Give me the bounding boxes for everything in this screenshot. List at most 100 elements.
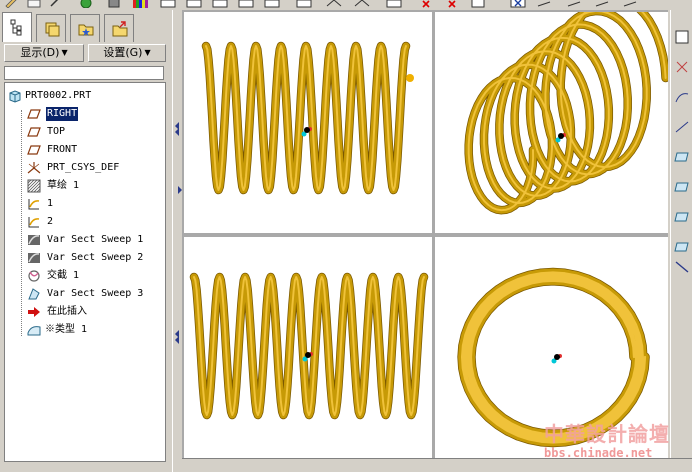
datum-curve-icon: [27, 197, 41, 211]
arrow-tool-icon[interactable]: [674, 260, 690, 274]
spring-render: [201, 41, 414, 195]
tab-folder-browser[interactable]: [36, 14, 66, 42]
window-icon[interactable]: [470, 0, 486, 8]
tree-item-label: ※类型 1: [45, 324, 88, 335]
datum-plane-icon: [27, 143, 41, 157]
settings-menu-button[interactable]: 设置(G) ▼: [88, 44, 166, 62]
sketch-tool-icon[interactable]: [48, 0, 64, 8]
delete-all-icon[interactable]: [440, 0, 456, 8]
tree-item-label: Var Sect Sweep 1: [47, 234, 144, 245]
spring-render: [189, 272, 429, 420]
tree-item-label: PRT0002.PRT: [25, 90, 92, 101]
tree-item-label: RIGHT: [44, 106, 80, 122]
curve-tool-icon[interactable]: [674, 90, 690, 104]
navigator-panel: 显示(D) ▼ 设置(G) ▼ PRT0002.PRT RIGHT TOP FRON…: [0, 10, 172, 472]
viewport-bottom-left[interactable]: [184, 237, 432, 458]
extrude-tool-icon[interactable]: [674, 180, 690, 194]
tree-item-curve-1[interactable]: 1: [5, 195, 165, 213]
color-palette-icon[interactable]: [132, 0, 148, 8]
datum-display-icon-1[interactable]: [536, 0, 552, 8]
sweep-icon: [27, 233, 41, 247]
view-icon-7[interactable]: [326, 0, 342, 8]
tree-item-label: PRT_CSYS_DEF: [47, 162, 120, 173]
window-tool-icon[interactable]: [674, 30, 690, 44]
favorites-icon: [78, 24, 94, 36]
spring-end-marker: [406, 74, 414, 82]
sketch-icon: [27, 179, 41, 193]
pencil-icon[interactable]: [4, 0, 20, 8]
viewport-top-right[interactable]: [435, 12, 668, 233]
tree-item-csys[interactable]: PRT_CSYS_DEF: [5, 159, 165, 177]
view-icon-5[interactable]: [264, 0, 280, 8]
view-icon-9[interactable]: [386, 0, 402, 8]
tree-item-sketch[interactable]: 草绘 1: [5, 177, 165, 195]
model-tree: PRT0002.PRT RIGHT TOP FRONT PRT_CSYS_DEF…: [4, 82, 166, 462]
navigator-tabs: [2, 12, 170, 44]
tree-item-part[interactable]: PRT0002.PRT: [5, 87, 165, 105]
tree-item-label: 草绘 1: [47, 180, 80, 191]
plane-tool-icon[interactable]: [674, 150, 690, 164]
settings-menu-label: 设置(G): [103, 46, 143, 59]
spring-coil: [202, 42, 410, 194]
datum-display-icon-4[interactable]: [622, 0, 638, 8]
watermark-title: 中華設計論壇: [544, 422, 670, 446]
view-icon-1[interactable]: [160, 0, 176, 8]
edit-icon[interactable]: [26, 0, 42, 8]
tree-item-sweep-1[interactable]: Var Sect Sweep 1: [5, 231, 165, 249]
tree-item-front-plane[interactable]: FRONT: [5, 141, 165, 159]
tree-item-label: TOP: [47, 126, 66, 137]
tree-item-top-plane[interactable]: TOP: [5, 123, 165, 141]
view-icon-2[interactable]: [186, 0, 202, 8]
tree-item-sweep-2[interactable]: Var Sect Sweep 2: [5, 249, 165, 267]
datum-display-icon-2[interactable]: [566, 0, 582, 8]
delete-icon[interactable]: [414, 0, 430, 8]
datum-tool-icon[interactable]: [674, 60, 690, 74]
chevron-down-icon: ▼: [144, 48, 151, 57]
tree-item-label: FRONT: [47, 144, 78, 155]
tree-filter-input[interactable]: [4, 66, 164, 80]
show-menu-button[interactable]: 显示(D) ▼: [4, 44, 84, 62]
object-icon[interactable]: [106, 0, 122, 8]
tree-item-type-1[interactable]: ※类型 1: [5, 321, 165, 339]
tree-item-insert-here[interactable]: 在此插入: [5, 303, 165, 321]
csys-origin-marker: [554, 354, 560, 360]
axis-tool-icon[interactable]: [674, 120, 690, 134]
graphics-area[interactable]: [182, 10, 668, 458]
connections-icon: [112, 21, 128, 37]
main-toolbar: [0, 0, 692, 10]
view-icon-6[interactable]: [296, 0, 312, 8]
sweep-icon: [27, 287, 41, 301]
tab-connections[interactable]: [104, 14, 134, 42]
datum-plane-icon: [27, 107, 41, 121]
coordinate-system-icon: [27, 161, 41, 175]
tree-item-sweep-3[interactable]: Var Sect Sweep 3: [5, 285, 165, 303]
watermark-url: bbs.chinade.net: [544, 446, 653, 460]
model-tree-icon: [10, 19, 22, 36]
tab-favorites[interactable]: [70, 14, 100, 42]
datum-curve-icon: [27, 215, 41, 229]
tree-item-label: 交截 1: [47, 270, 80, 281]
tree-item-right-plane[interactable]: RIGHT: [5, 105, 165, 123]
sweep-icon: [27, 251, 41, 265]
folder-browser-icon: [45, 22, 60, 37]
tree-item-curve-2[interactable]: 2: [5, 213, 165, 231]
datum-display-icon-3[interactable]: [594, 0, 610, 8]
tree-menu-bar: 显示(D) ▼ 设置(G) ▼: [2, 44, 170, 64]
view-icon-4[interactable]: [238, 0, 254, 8]
sweep-tool-icon[interactable]: [674, 240, 690, 254]
tree-item-intersect[interactable]: 交截 1: [5, 267, 165, 285]
datum-plane-icon: [27, 125, 41, 139]
viewport-top-left[interactable]: [184, 12, 432, 233]
tab-model-tree[interactable]: [2, 12, 32, 42]
csys-origin-marker: [305, 352, 311, 358]
view-icon-3[interactable]: [212, 0, 228, 8]
part-icon: [8, 89, 22, 103]
csys-origin-marker: [558, 133, 564, 139]
revolve-tool-icon[interactable]: [674, 210, 690, 224]
close-window-icon[interactable]: [510, 0, 526, 8]
refresh-icon[interactable]: [78, 0, 94, 8]
view-icon-8[interactable]: [354, 0, 370, 8]
site-watermark: 中華設計論壇 bbs.chinade.net: [530, 416, 690, 466]
type-feature-icon: [27, 323, 41, 337]
panel-splitter[interactable]: [172, 10, 182, 472]
